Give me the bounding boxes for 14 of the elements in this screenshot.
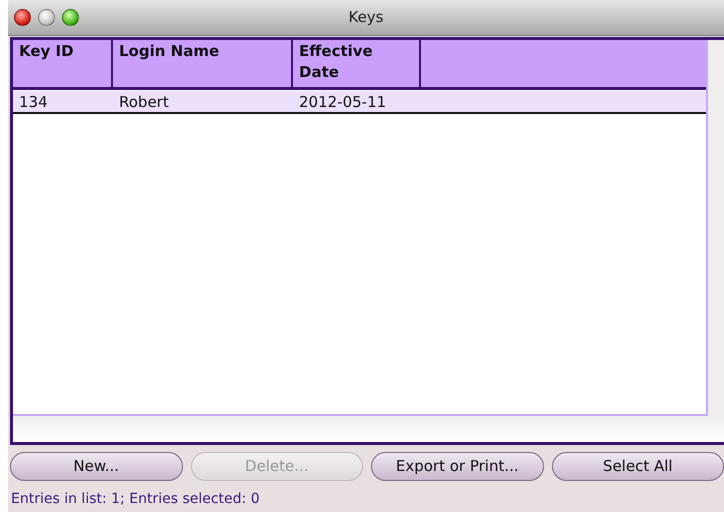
close-button[interactable] xyxy=(14,9,31,26)
table-cell-text: 134 xyxy=(18,92,49,112)
action-button[interactable]: Select All xyxy=(552,452,724,481)
column-header[interactable]: Effective Date xyxy=(293,40,421,87)
window-title: Keys xyxy=(348,8,384,26)
status-text: Entries in list: 1; Entries selected: 0 xyxy=(10,490,261,509)
action-button[interactable]: Export or Print... xyxy=(371,452,544,481)
column-header[interactable]: Login Name xyxy=(113,40,293,87)
table-cell-text: Robert xyxy=(118,92,170,112)
zoom-button[interactable] xyxy=(62,9,79,26)
scrollbar[interactable] xyxy=(708,40,724,416)
table-cell-text: 2012-05-11 xyxy=(298,92,388,112)
action-button[interactable]: New... xyxy=(10,452,182,481)
column-header[interactable]: Key ID xyxy=(13,40,113,87)
